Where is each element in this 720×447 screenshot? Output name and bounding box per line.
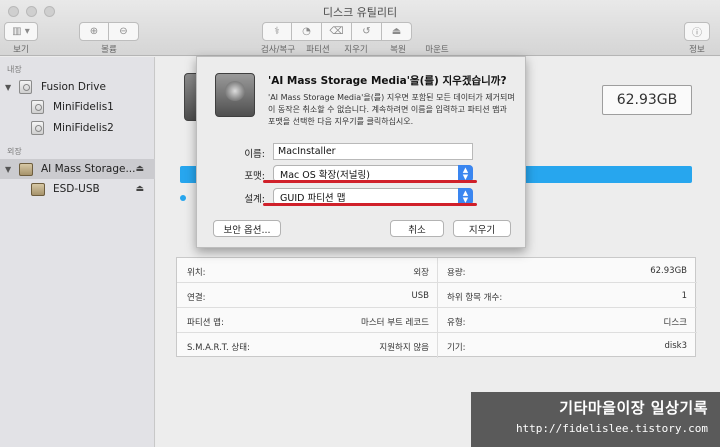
erase-icon: ⌫ (329, 26, 344, 37)
sidebar-icon: ▥ ▾ (12, 26, 30, 37)
add-volume-icon: ⊕ (89, 26, 99, 37)
info-label: 정보 (689, 45, 705, 55)
dialog-title: 'AI Mass Storage Media'을(를) 지우겠습니까? (268, 75, 507, 87)
external-disk-icon (19, 162, 33, 176)
erase-label: 지우기 (344, 45, 368, 55)
disclosure-triangle-icon[interactable]: ▼ (5, 83, 11, 92)
highlight-underline (263, 180, 477, 183)
toolbar: 디스크 유틸리티 ▥ ▾ 보기 ⊕ ⊖ 볼륨 ⚕ ◔ ⌫ ↺ ⏏ 검사/복구 파… (0, 0, 720, 56)
sidebar-item-ai-mass-storage[interactable]: ▼ AI Mass Storage... ⏏ (0, 159, 155, 179)
partition-icon: ◔ (302, 26, 311, 37)
info-value: 외장 (413, 268, 429, 278)
highlight-underline (263, 203, 477, 206)
info-key: 기기: (447, 343, 466, 353)
restore-button[interactable]: ↺ (352, 22, 382, 41)
first-aid-button[interactable]: ⚕ (262, 22, 292, 41)
erase-confirm-button[interactable]: 지우기 (453, 220, 511, 237)
view-label: 보기 (13, 45, 29, 55)
sidebar-item-label: MiniFidelis2 (53, 122, 114, 134)
sidebar-item-label: AI Mass Storage... (41, 163, 136, 175)
info-row: S.M.A.R.T. 상태: 지원하지 않음 기기: disk3 (177, 333, 697, 358)
mount-label: 마운트 (425, 45, 449, 55)
info-value: 마스터 부트 레코드 (361, 318, 429, 328)
eject-icon[interactable]: ⏏ (135, 164, 144, 174)
info-icon: ⓘ (692, 28, 702, 39)
watermark-url: http://fidelislee.tistory.com (515, 422, 708, 435)
add-volume-button[interactable]: ⊕ (79, 22, 109, 41)
watermark: 기타마을이장 일상기록 http://fidelislee.tistory.co… (471, 392, 720, 447)
dialog-description: 'AI Mass Storage Media'을(를) 지우면 포함된 모든 데… (268, 93, 515, 126)
volume-button-group: ⊕ ⊖ (79, 22, 139, 41)
restore-icon: ↺ (362, 26, 371, 37)
erase-dialog: 'AI Mass Storage Media'을(를) 지우겠습니까? 'AI … (196, 56, 526, 248)
stethoscope-icon: ⚕ (274, 26, 280, 37)
info-key: 유형: (447, 318, 466, 328)
info-value: 디스크 (663, 318, 687, 328)
sidebar-item-minifidelis2[interactable]: MiniFidelis2 (0, 118, 155, 138)
erase-button[interactable]: ⌫ (322, 22, 352, 41)
sidebar-header-internal: 내장 (7, 65, 22, 74)
sidebar-item-fusion-drive[interactable]: ▼ Fusion Drive (0, 77, 155, 97)
sidebar-item-label: ESD-USB (53, 183, 100, 195)
format-label: 포맷: (244, 171, 265, 182)
info-value: 62.93GB (650, 266, 687, 276)
info-key: 위치: (187, 268, 206, 278)
security-options-button[interactable]: 보안 옵션... (213, 220, 281, 237)
hard-disk-icon (215, 73, 255, 117)
hard-disk-icon (19, 80, 32, 94)
window-title: 디스크 유틸리티 (322, 6, 398, 19)
info-key: 연결: (187, 293, 206, 303)
info-key: S.M.A.R.T. 상태: (187, 343, 250, 353)
partition-button[interactable]: ◔ (292, 22, 322, 41)
remove-volume-button[interactable]: ⊖ (109, 22, 139, 41)
cancel-button[interactable]: 취소 (390, 220, 444, 237)
info-value: disk3 (664, 341, 687, 351)
info-row: 파티션 맵: 마스터 부트 레코드 유형: 디스크 (177, 308, 697, 333)
volume-icon (31, 100, 44, 114)
info-key: 용량: (447, 268, 466, 278)
sidebar-item-label: MiniFidelis1 (53, 101, 114, 113)
format-value: Mac OS 확장(저널링) (280, 169, 370, 181)
remove-volume-icon: ⊖ (119, 26, 128, 37)
restore-label: 복원 (390, 45, 406, 55)
sidebar: 내장 ▼ Fusion Drive MiniFidelis1 MiniFidel… (0, 57, 155, 447)
info-button[interactable]: ⓘ (684, 22, 710, 41)
info-value: USB (411, 291, 429, 301)
info-key: 하위 항목 개수: (447, 293, 503, 303)
sidebar-header-external: 외장 (7, 147, 22, 156)
partition-label: 파티션 (306, 45, 330, 55)
sidebar-item-label: Fusion Drive (41, 81, 106, 93)
scheme-value: GUID 파티션 맵 (280, 192, 346, 204)
info-row: 연결: USB 하위 항목 개수: 1 (177, 283, 697, 308)
scheme-label: 설계: (244, 194, 265, 205)
info-value: 1 (681, 291, 687, 301)
mount-icon: ⏏ (391, 26, 402, 37)
info-key: 파티션 맵: (187, 318, 224, 328)
legend-dot-icon (180, 195, 186, 201)
name-label: 이름: (244, 149, 265, 160)
watermark-title: 기타마을이장 일상기록 (559, 399, 708, 417)
volume-icon (31, 121, 44, 135)
action-button-group: ⚕ ◔ ⌫ ↺ ⏏ (262, 22, 412, 41)
volume-icon (31, 182, 45, 196)
eject-icon[interactable]: ⏏ (135, 184, 144, 194)
info-table: 위치: 외장 용량: 62.93GB 연결: USB 하위 항목 개수: 1 파… (176, 257, 697, 358)
mount-button[interactable]: ⏏ (382, 22, 412, 41)
disclosure-triangle-icon[interactable]: ▼ (5, 165, 11, 174)
name-input[interactable] (273, 143, 473, 160)
sidebar-item-esd-usb[interactable]: ESD-USB ⏏ (0, 179, 155, 199)
info-value: 지원하지 않음 (379, 343, 429, 353)
capacity-badge: 62.93GB (602, 85, 692, 115)
sidebar-item-minifidelis1[interactable]: MiniFidelis1 (0, 97, 155, 117)
view-button[interactable]: ▥ ▾ (4, 22, 38, 41)
first-aid-label: 검사/복구 (260, 45, 296, 55)
volume-label: 볼륨 (101, 45, 117, 55)
info-row: 위치: 외장 용량: 62.93GB (177, 258, 697, 283)
